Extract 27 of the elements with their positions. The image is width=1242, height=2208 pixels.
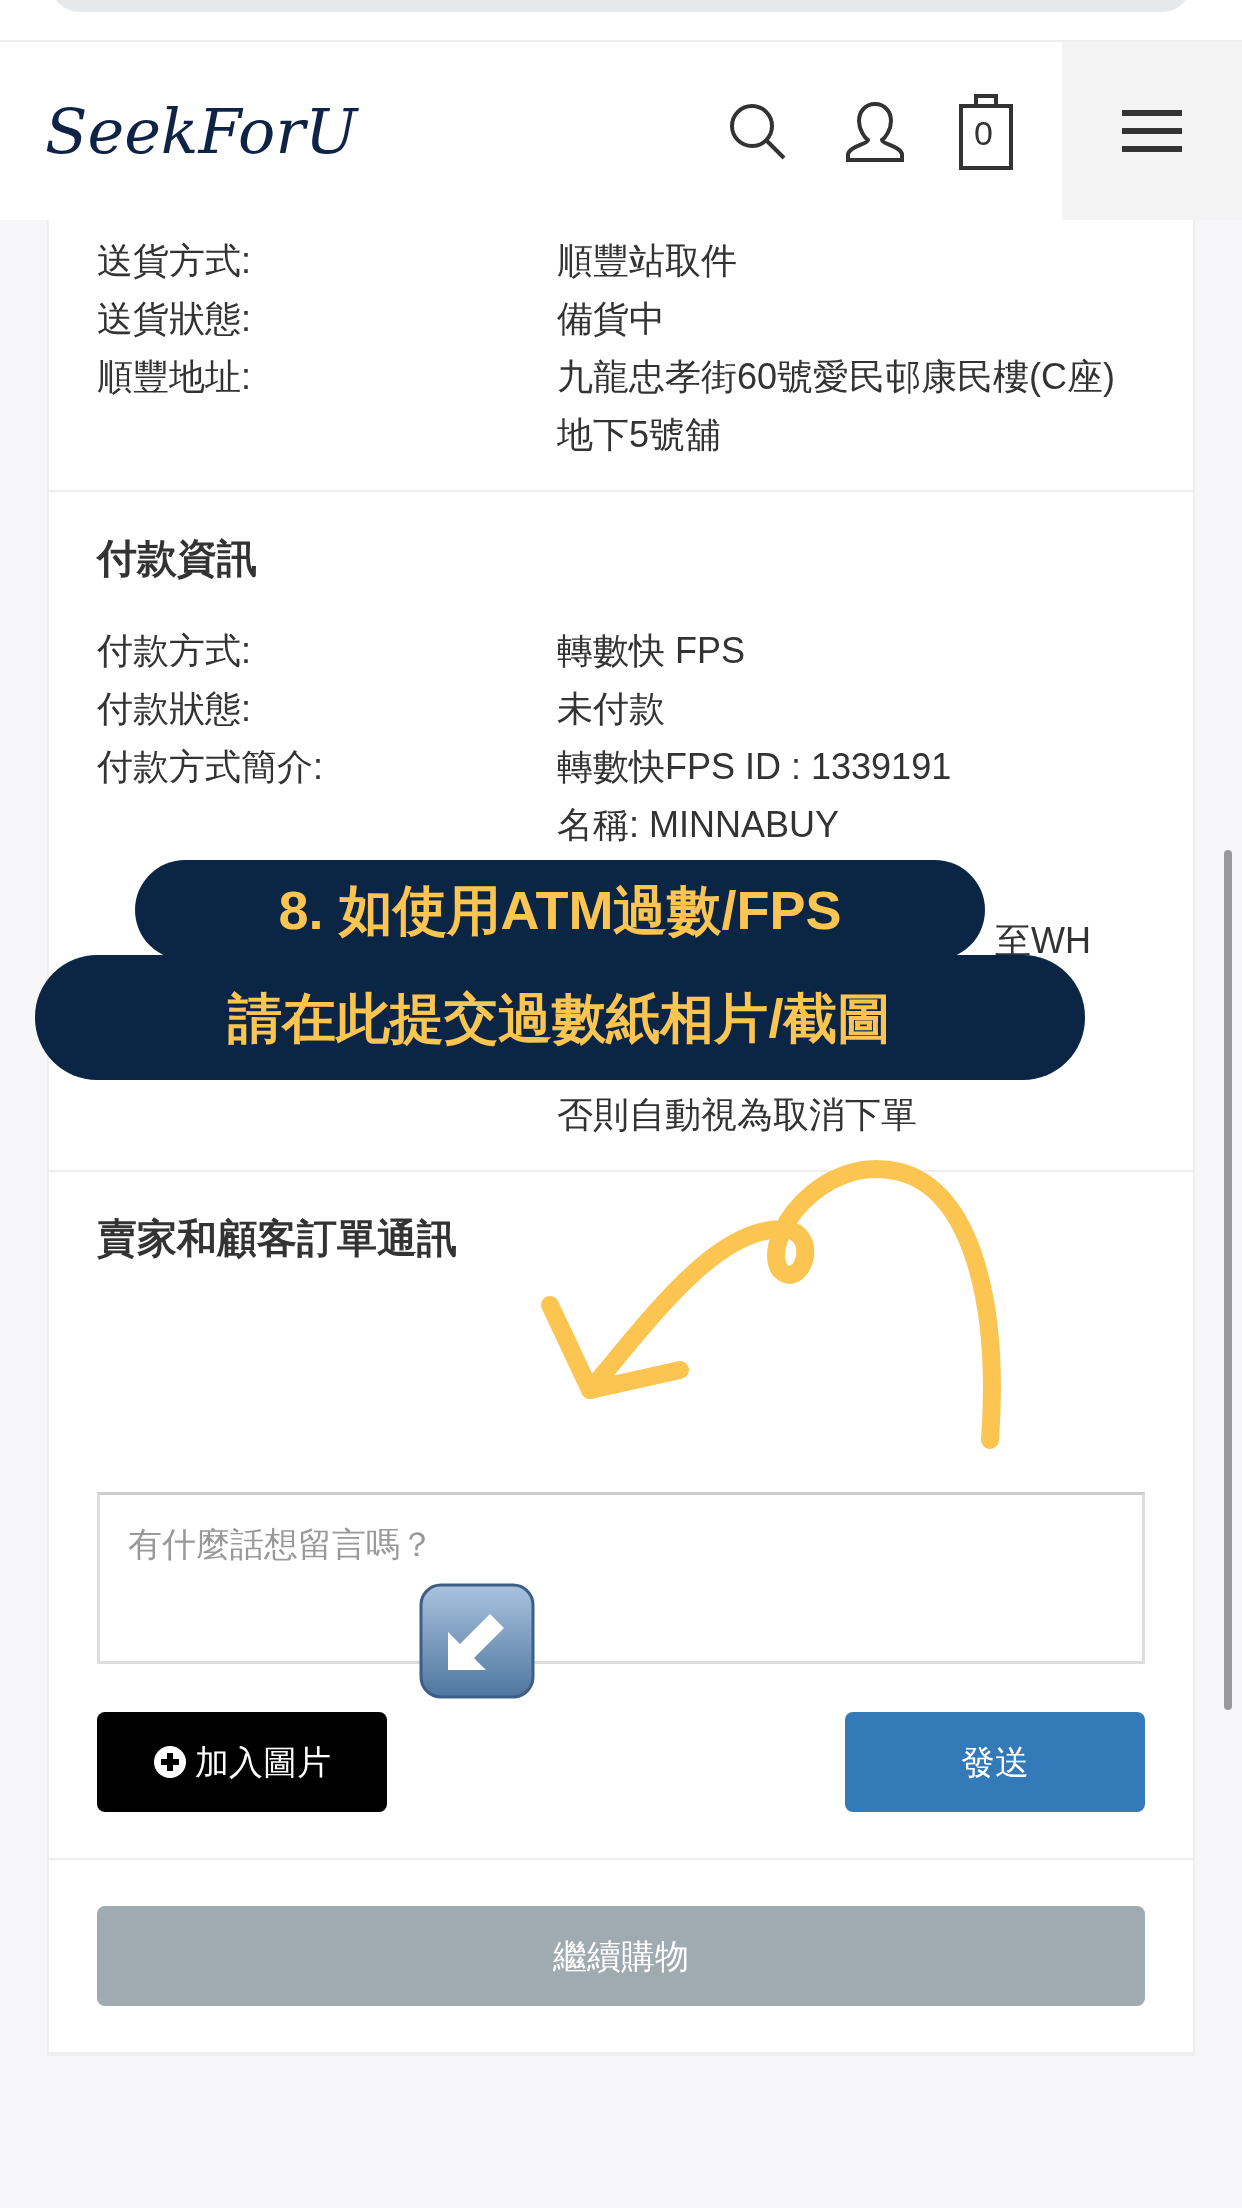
field-value: 否則自動視為取消下單 bbox=[557, 1093, 918, 1137]
field-label: 送貨方式: bbox=[97, 239, 252, 283]
field-value: 未付款 bbox=[557, 687, 666, 731]
bag-icon bbox=[958, 92, 1014, 170]
field-label: 付款狀態: bbox=[97, 687, 252, 731]
field-value: 轉數快FPS ID : 1339191 bbox=[557, 745, 953, 789]
field-value: 名稱: MINNABUY bbox=[557, 803, 841, 847]
add-image-button[interactable]: 加入圖片 bbox=[97, 1712, 387, 1812]
field-value: 轉數快 FPS bbox=[557, 629, 746, 673]
field-value: 備貨中 bbox=[557, 297, 666, 341]
field-value: 九龍忠孝街60號愛民邨康民樓(C座)地下5號舖 bbox=[557, 355, 1117, 457]
logo[interactable]: SeekForU bbox=[0, 84, 358, 178]
scrollbar[interactable] bbox=[1224, 850, 1232, 1710]
plus-circle-icon bbox=[153, 1745, 187, 1779]
message-field[interactable]: 有什麼話想留言嗎？ bbox=[97, 1492, 1145, 1664]
field-label: 付款方式簡介: bbox=[97, 745, 324, 789]
field-value: 順豐站取件 bbox=[557, 239, 738, 283]
cart-button[interactable]: 0 bbox=[958, 92, 1014, 170]
section-heading: 賣家和顧客訂單通訊 bbox=[97, 1215, 458, 1262]
field-label: 付款方式: bbox=[97, 629, 252, 673]
field-label: 送貨狀態: bbox=[97, 297, 252, 341]
section-heading: 付款資訊 bbox=[97, 535, 258, 582]
send-button[interactable]: 發送 bbox=[845, 1712, 1145, 1812]
cart-count: 0 bbox=[974, 116, 993, 150]
field-label: 順豐地址: bbox=[97, 355, 252, 399]
menu-icon[interactable] bbox=[1122, 108, 1182, 154]
annotation-label: 請在此提交過數紙相片/截圖 bbox=[35, 955, 1085, 1080]
